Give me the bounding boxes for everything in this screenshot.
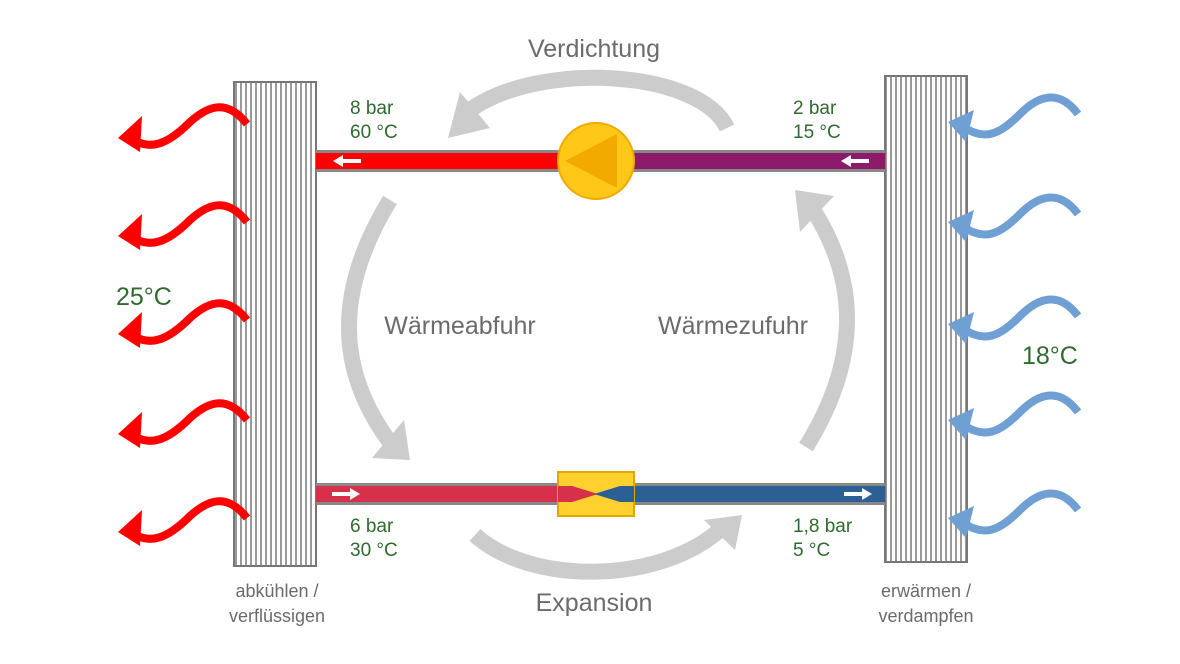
wavy-arrow-icon [118,412,142,448]
wavy-arrow-icon [959,295,1082,341]
cold-liquid-pipe [598,486,885,502]
room-temperature-right: 18°C [1022,342,1078,370]
wavy-arrow-icon [125,103,251,149]
wavy-arrow-icon [959,93,1082,139]
compression-label: Verdichtung [528,35,660,63]
wavy-arrow-icon [125,399,251,445]
wavy-arrow-icon [118,312,142,348]
wavy-arrow-icon [125,201,251,247]
valve-icon [557,471,635,517]
heat-release-label: Wärmeabfuhr [384,312,535,340]
wavy-arrow-icon [959,193,1082,239]
evaporator-label-line1: erwärmen / [881,581,971,601]
wavy-arrow-icon [118,214,142,250]
evaporator [884,75,968,563]
liquid-pressure: 6 bar [350,516,394,537]
expansion-label: Expansion [536,589,653,617]
heat-intake-label: Wärmezufuhr [658,312,808,340]
heat-out-arrows [118,103,251,546]
wavy-arrow-icon [959,489,1082,535]
suction-temperature: 15 °C [793,122,841,143]
triangle-play-icon [557,122,635,200]
wavy-arrow-icon [125,497,251,543]
wavy-arrow-icon [118,116,142,152]
expanded-temperature: 5 °C [793,540,830,561]
expanded-pressure: 1,8 bar [793,516,853,537]
wavy-arrow-icon [118,510,142,546]
heat-pump-diagram: Verdichtung Expansion Wärmeabfuhr Wärmez… [116,35,1082,626]
hot-gas-pressure: 8 bar [350,98,394,119]
suction-pressure: 2 bar [793,98,837,119]
hot-gas-temperature: 60 °C [350,122,398,143]
condenser-label-line1: abkühlen / [235,581,318,601]
condenser [233,81,317,567]
evaporator-label-line2: verdampfen [878,606,973,626]
liquid-temperature: 30 °C [350,540,398,561]
wavy-arrow-icon [959,391,1082,437]
room-temperature-left: 25°C [116,283,172,311]
condenser-label-line2: verflüssigen [229,606,325,626]
